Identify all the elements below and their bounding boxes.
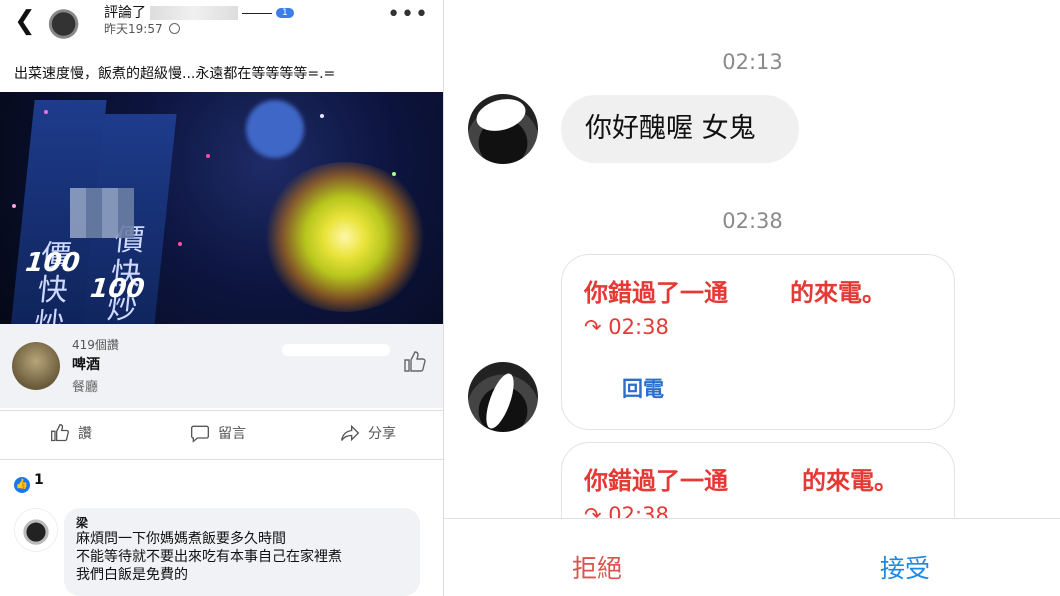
blurred-name xyxy=(728,283,790,305)
blurred-region xyxy=(282,344,390,356)
blurred-name xyxy=(728,471,802,493)
missed-call-prefix: 你錯過了一通 xyxy=(584,279,728,307)
spark xyxy=(44,110,48,114)
photo-mosaic xyxy=(70,188,134,238)
facebook-post-panel: ❮ 評論了 1 昨天19:57 ••• 出菜速度慢，飯煮的超級慢...永遠都在等等… xyxy=(0,0,443,596)
page-avatar[interactable] xyxy=(12,342,60,390)
missed-call-suffix: 的來電。 xyxy=(790,279,886,307)
comment-bubble: 梁 麻煩問一下你媽媽煮飯要多久時間 不能等待就不要出來吃有本事自己在家裡煮 我們… xyxy=(64,508,420,596)
message-bubble[interactable]: 你好醜喔 女鬼 xyxy=(561,95,799,163)
post-photo[interactable]: 價快炒 100 價快炒 100 xyxy=(0,92,443,324)
missed-call-time: ↷ 02:38 xyxy=(584,315,669,339)
spark xyxy=(320,114,324,118)
spark xyxy=(178,242,182,246)
photo-moon xyxy=(246,100,304,158)
commenter-name[interactable]: 梁 xyxy=(76,514,408,530)
page-name[interactable]: 啤酒 xyxy=(72,354,100,374)
call-time-text: 02:38 xyxy=(608,315,669,339)
spark xyxy=(392,172,396,176)
back-arrow-icon[interactable]: ❮ xyxy=(14,6,36,36)
globe-icon xyxy=(169,23,181,34)
like-button[interactable]: 讚 xyxy=(50,423,92,443)
rating-badge: 1 xyxy=(276,8,294,18)
missed-call-prefix: 你錯過了一通 xyxy=(584,467,728,495)
accept-button[interactable]: 接受 xyxy=(880,549,930,585)
comment-label: 留言 xyxy=(218,426,246,442)
post-author-line: 評論了 1 xyxy=(104,2,294,22)
share-button[interactable]: 分享 xyxy=(340,423,396,443)
missed-call-suffix: 的來電。 xyxy=(802,467,898,495)
missed-call-card: 你錯過了一通 的來電。 ↷ 02:38 回電 xyxy=(561,254,955,430)
comment-line: 我們白飯是免費的 xyxy=(76,567,188,583)
comment-line: 麻煩問一下你媽媽煮飯要多久時間 xyxy=(76,531,286,547)
timestamp: 02:13 xyxy=(722,50,783,74)
sender-avatar[interactable] xyxy=(468,362,538,432)
comment-line: 不能等待就不要出來吃有本事自己在家裡煮 xyxy=(76,549,342,565)
post-time: 昨天19:57 xyxy=(104,20,181,37)
speech-bubble-icon xyxy=(191,425,209,443)
post-action-bar: 讚 留言 分享 xyxy=(0,410,443,460)
divider xyxy=(242,12,272,14)
missed-call-text: 你錯過了一通 的來電。 xyxy=(584,273,886,308)
call-back-button[interactable]: 回電 xyxy=(622,373,664,403)
decline-button[interactable]: 拒絕 xyxy=(572,549,622,585)
messenger-panel: 02:13 你好醜喔 女鬼 02:38 你錯過了一通 的來電。 ↷ 02:38 回… xyxy=(443,0,1060,596)
more-options-icon[interactable]: ••• xyxy=(387,2,429,27)
sender-avatar[interactable] xyxy=(468,94,538,164)
share-arrow-icon xyxy=(341,424,360,442)
comment-button[interactable]: 留言 xyxy=(190,423,246,443)
avatar[interactable] xyxy=(46,4,90,44)
blurred-region xyxy=(480,370,520,432)
post-text: 出菜速度慢，飯煮的超級慢...永遠都在等等等等=.= xyxy=(14,66,336,82)
sign-number: 100 xyxy=(88,274,147,304)
photo-firework xyxy=(260,162,430,312)
request-action-bar: 拒絕 接受 xyxy=(444,518,1060,596)
header-title: 評論了 xyxy=(104,5,146,21)
screenshot-composite: ❮ 評論了 1 昨天19:57 ••• 出菜速度慢，飯煮的超級慢...永遠都在等等… xyxy=(0,0,1060,596)
commenter-avatar[interactable] xyxy=(14,508,58,552)
spark xyxy=(12,204,16,208)
like-reaction-icon: 👍 xyxy=(14,477,30,493)
page-likes: 419個讚 xyxy=(72,338,119,352)
missed-call-arrow-icon: ↷ xyxy=(584,315,602,339)
chat-thread: 02:13 你好醜喔 女鬼 02:38 你錯過了一通 的來電。 ↷ 02:38 回… xyxy=(444,0,1060,596)
blurred-region xyxy=(472,94,530,136)
blurred-name xyxy=(150,6,238,20)
timestamp: 02:38 xyxy=(722,209,783,233)
post-time-text: 昨天19:57 xyxy=(104,22,163,36)
reaction-summary[interactable]: 👍 1 xyxy=(14,472,44,493)
thumbs-up-icon[interactable] xyxy=(403,350,427,374)
sign-number: 100 xyxy=(23,248,82,278)
like-label: 讚 xyxy=(78,426,92,442)
missed-call-text: 你錯過了一通 的來電。 xyxy=(584,461,898,496)
page-card[interactable]: 419個讚 啤酒 餐廳 xyxy=(0,324,443,408)
reaction-count: 1 xyxy=(34,472,44,488)
thumbs-up-icon xyxy=(51,423,70,442)
page-category: 餐廳 xyxy=(72,380,99,395)
post-header: ❮ 評論了 1 昨天19:57 ••• xyxy=(0,0,443,44)
share-label: 分享 xyxy=(368,426,396,442)
spark xyxy=(206,154,210,158)
